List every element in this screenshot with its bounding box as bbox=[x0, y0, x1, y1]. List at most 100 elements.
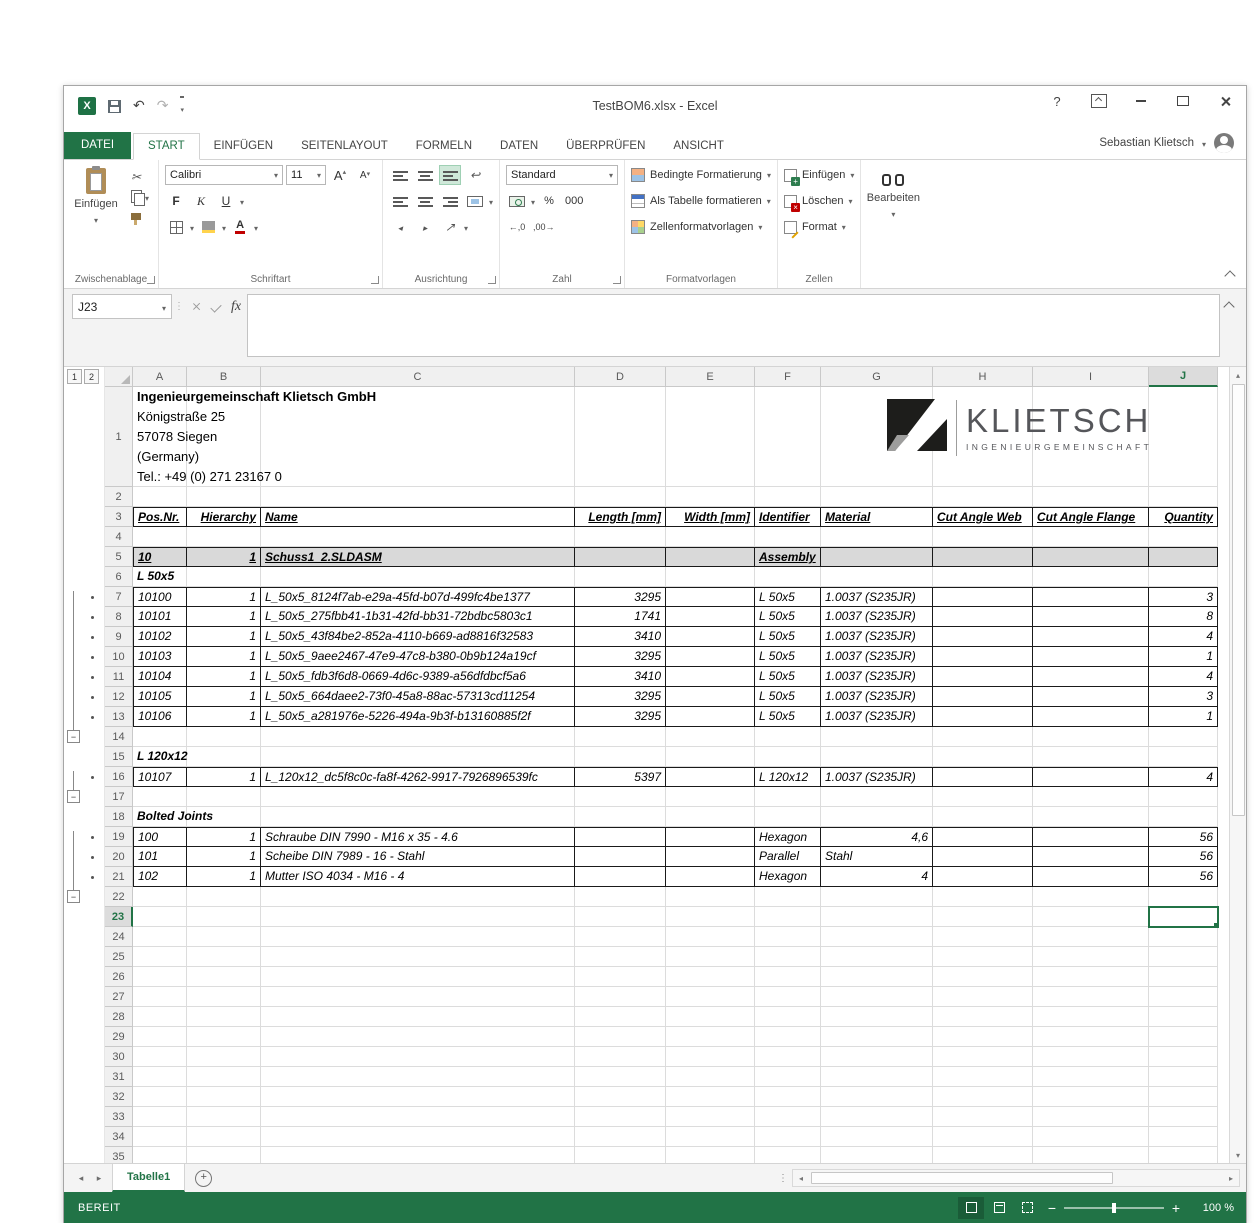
insert-cells-button[interactable]: Einfügen bbox=[784, 164, 854, 186]
cell-H12[interactable] bbox=[933, 687, 1033, 707]
cell-E2[interactable] bbox=[666, 487, 755, 507]
cell-H32[interactable] bbox=[933, 1087, 1033, 1107]
cell-I34[interactable] bbox=[1033, 1127, 1149, 1147]
cell-D30[interactable] bbox=[575, 1047, 666, 1067]
cell-H21[interactable] bbox=[933, 867, 1033, 887]
scroll-up-icon[interactable]: ▴ bbox=[1230, 367, 1246, 383]
row-header-8[interactable]: 8 bbox=[105, 607, 133, 627]
cell-I28[interactable] bbox=[1033, 1007, 1149, 1027]
formula-input[interactable] bbox=[247, 294, 1220, 357]
cell-H22[interactable] bbox=[933, 887, 1033, 907]
cell-F8[interactable]: L 50x5 bbox=[755, 607, 821, 627]
cell-H14[interactable] bbox=[933, 727, 1033, 747]
cell-I23[interactable] bbox=[1033, 907, 1149, 927]
cell-G18[interactable] bbox=[821, 807, 933, 827]
cell-J24[interactable] bbox=[1149, 927, 1218, 947]
cell-F7[interactable]: L 50x5 bbox=[755, 587, 821, 607]
format-painter-button[interactable] bbox=[128, 208, 152, 225]
cell-I13[interactable] bbox=[1033, 707, 1149, 727]
cell-D35[interactable] bbox=[575, 1147, 666, 1163]
cell-B7[interactable]: 1 bbox=[187, 587, 261, 607]
row-header-16[interactable]: 16 bbox=[105, 767, 133, 787]
cell-E32[interactable] bbox=[666, 1087, 755, 1107]
cell-F6[interactable] bbox=[755, 567, 821, 587]
cell-A34[interactable] bbox=[133, 1127, 187, 1147]
cell-H28[interactable] bbox=[933, 1007, 1033, 1027]
cell-A35[interactable] bbox=[133, 1147, 187, 1163]
italic-button[interactable]: K bbox=[190, 192, 212, 211]
sheet-nav-right-icon[interactable]: ▸ bbox=[90, 1173, 108, 1184]
cell-B13[interactable]: 1 bbox=[187, 707, 261, 727]
cell-A25[interactable] bbox=[133, 947, 187, 967]
cell-B2[interactable] bbox=[187, 487, 261, 507]
cell-A9[interactable]: 10102 bbox=[133, 627, 187, 647]
cell-J28[interactable] bbox=[1149, 1007, 1218, 1027]
font-name-select[interactable]: Calibri bbox=[165, 165, 283, 185]
cell-F15[interactable] bbox=[755, 747, 821, 767]
cell-I10[interactable] bbox=[1033, 647, 1149, 667]
cell-J14[interactable] bbox=[1149, 727, 1218, 747]
cell-A12[interactable]: 10105 bbox=[133, 687, 187, 707]
cell-G32[interactable] bbox=[821, 1087, 933, 1107]
cell-G5[interactable] bbox=[821, 547, 933, 567]
cell-H16[interactable] bbox=[933, 767, 1033, 787]
cell-H3[interactable]: Cut Angle Web bbox=[933, 507, 1033, 527]
cell-J13[interactable]: 1 bbox=[1149, 707, 1218, 727]
cell-G2[interactable] bbox=[821, 487, 933, 507]
percent-style-button[interactable]: % bbox=[538, 192, 560, 211]
cell-E21[interactable] bbox=[666, 867, 755, 887]
increase-indent-button[interactable] bbox=[414, 217, 436, 237]
cell-H7[interactable] bbox=[933, 587, 1033, 607]
cell-J16[interactable]: 4 bbox=[1149, 767, 1218, 787]
cell-A8[interactable]: 10101 bbox=[133, 607, 187, 627]
column-header-B[interactable]: B bbox=[187, 367, 261, 387]
column-header-E[interactable]: E bbox=[666, 367, 755, 387]
cell-J31[interactable] bbox=[1149, 1067, 1218, 1087]
cell-D6[interactable] bbox=[575, 567, 666, 587]
cell-D20[interactable] bbox=[575, 847, 666, 867]
cell-H35[interactable] bbox=[933, 1147, 1033, 1163]
cell-H11[interactable] bbox=[933, 667, 1033, 687]
cell-G22[interactable] bbox=[821, 887, 933, 907]
cell-I9[interactable] bbox=[1033, 627, 1149, 647]
cell-B19[interactable]: 1 bbox=[187, 827, 261, 847]
cell-J19[interactable]: 56 bbox=[1149, 827, 1218, 847]
column-header-I[interactable]: I bbox=[1033, 367, 1149, 387]
ribbon-tab-überprüfen[interactable]: ÜBERPRÜFEN bbox=[552, 134, 659, 159]
name-box[interactable]: J23 bbox=[72, 294, 172, 319]
cell-J32[interactable] bbox=[1149, 1087, 1218, 1107]
cell-J4[interactable] bbox=[1149, 527, 1218, 547]
cell-A16[interactable]: 10107 bbox=[133, 767, 187, 787]
cell-D1[interactable] bbox=[575, 387, 666, 487]
cell-G16[interactable]: 1.0037 (S235JR) bbox=[821, 767, 933, 787]
cell-H5[interactable] bbox=[933, 547, 1033, 567]
bold-button[interactable]: F bbox=[165, 192, 187, 211]
row-header-7[interactable]: 7 bbox=[105, 587, 133, 607]
cell-E1[interactable] bbox=[666, 387, 755, 487]
zoom-level[interactable]: 100 % bbox=[1188, 1202, 1234, 1214]
cell-F10[interactable]: L 50x5 bbox=[755, 647, 821, 667]
cell-D17[interactable] bbox=[575, 787, 666, 807]
cell-A32[interactable] bbox=[133, 1087, 187, 1107]
cell-G27[interactable] bbox=[821, 987, 933, 1007]
cell-I17[interactable] bbox=[1033, 787, 1149, 807]
cell-I8[interactable] bbox=[1033, 607, 1149, 627]
cell-E13[interactable] bbox=[666, 707, 755, 727]
column-header-D[interactable]: D bbox=[575, 367, 666, 387]
cell-I31[interactable] bbox=[1033, 1067, 1149, 1087]
cell-A31[interactable] bbox=[133, 1067, 187, 1087]
alignment-dialog-launcher[interactable] bbox=[488, 276, 496, 284]
cell-B27[interactable] bbox=[187, 987, 261, 1007]
horizontal-scrollbar[interactable]: ◂ ▸ bbox=[792, 1169, 1240, 1187]
cell-D18[interactable] bbox=[575, 807, 666, 827]
cell-D33[interactable] bbox=[575, 1107, 666, 1127]
cell-B23[interactable] bbox=[187, 907, 261, 927]
cell-F2[interactable] bbox=[755, 487, 821, 507]
cell-B11[interactable]: 1 bbox=[187, 667, 261, 687]
cell-F28[interactable] bbox=[755, 1007, 821, 1027]
cell-H15[interactable] bbox=[933, 747, 1033, 767]
cell-C32[interactable] bbox=[261, 1087, 575, 1107]
row-header-6[interactable]: 6 bbox=[105, 567, 133, 587]
conditional-formatting-button[interactable]: Bedingte Formatierung bbox=[631, 164, 771, 186]
cell-H26[interactable] bbox=[933, 967, 1033, 987]
